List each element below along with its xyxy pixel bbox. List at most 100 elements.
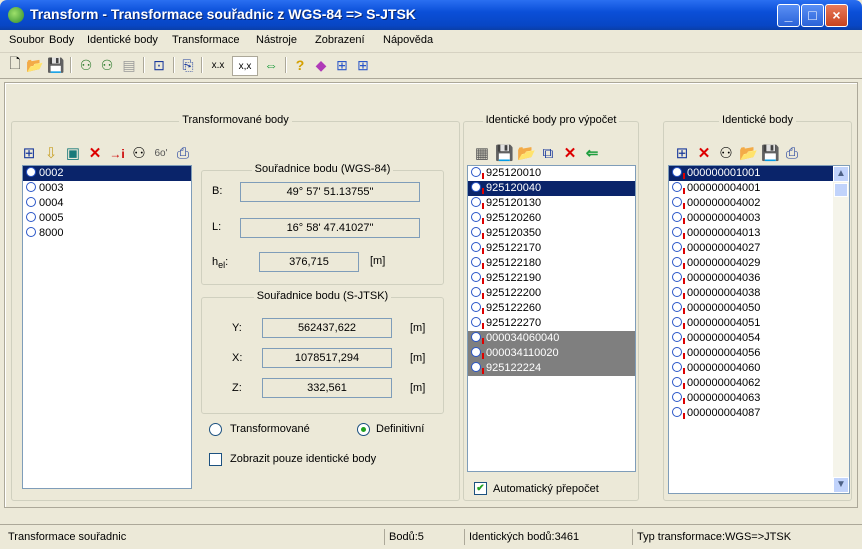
print-identical-icon[interactable]: ⎙ [783,145,801,163]
list-item[interactable]: 000000004050 [669,301,833,316]
info-point-icon[interactable]: →i [108,145,126,163]
list-item[interactable]: 000000004029 [669,256,833,271]
save-icon[interactable]: 💾 [47,56,65,74]
save-calc-icon[interactable]: 💾 [495,145,514,163]
list-item[interactable]: 925122170 [468,241,635,256]
menu-napoveda[interactable]: Nápověda [383,34,433,46]
x-coordinate-field[interactable]: 1078517,294 [262,348,392,368]
scroll-up-arrow-icon[interactable]: ▲ [833,166,849,182]
help-icon[interactable]: ? [291,56,309,74]
crosshair-icon[interactable]: ⊡ [150,56,168,74]
find-point-icon[interactable]: ⚇ [130,145,148,163]
list-item[interactable]: 000000004002 [669,196,833,211]
binoculars-green-icon[interactable]: ⚇ [77,56,95,74]
radio-definitive[interactable] [357,423,370,436]
table-view-icon[interactable]: ▦ [473,145,491,163]
open-identical-icon[interactable]: 📂 [739,145,758,163]
list-item[interactable]: 000000004036 [669,271,833,286]
grid-tool-icon[interactable]: ⊞ [333,56,351,74]
eraser-icon[interactable]: ◆ [312,56,330,74]
new-file-icon[interactable]: 🗋 [6,55,24,74]
list-item[interactable]: 925120130 [468,196,635,211]
list-item[interactable]: 0002 [23,166,191,181]
identical-calc-list[interactable]: 925120010 925120040 925120130 925120260 … [467,165,636,472]
list-item[interactable]: 000000004056 [669,346,833,361]
list-item[interactable]: 925122190 [468,271,635,286]
swap-arrows-icon[interactable]: ⇔ [262,56,280,74]
decimal-point-button[interactable]: x.x [206,56,230,74]
transformed-points-list[interactable]: 0002 0003 0004 0005 8000 [22,165,192,489]
find-next-icon[interactable]: 6o' [152,145,170,163]
list-item[interactable]: 925122260 [468,301,635,316]
z-coordinate-field[interactable]: 332,561 [262,378,392,398]
h-ellipsoid-height-field[interactable]: 376,715 [259,252,359,272]
list-item[interactable]: 000034060040 [468,331,635,346]
save-identical-icon[interactable]: 💾 [761,145,780,163]
menu-nastroje[interactable]: Nástroje [256,34,297,46]
list-item[interactable]: 925122180 [468,256,635,271]
list-item[interactable]: 000000004087 [669,406,833,421]
binoculars-icon[interactable]: ⚇ [98,56,116,74]
export-icon[interactable]: ⎘ [179,56,197,74]
menu-soubor[interactable]: Soubor [9,34,44,46]
list-item[interactable]: 925120040 [468,181,635,196]
auto-recalc-checkbox[interactable]: ✔ [474,482,487,495]
list-item[interactable]: 000000004054 [669,331,833,346]
edit-point-icon[interactable]: ▣ [64,145,82,163]
list-item[interactable]: 925120350 [468,226,635,241]
open-folder-icon[interactable]: 📂 [26,56,44,74]
list-item[interactable]: 000000004051 [669,316,833,331]
import-point-icon[interactable]: ⇩ [42,145,60,163]
disabled-tool-icon[interactable]: ▤ [120,56,138,74]
list-item[interactable]: 8000 [23,226,191,241]
menu-transformace[interactable]: Transformace [172,34,239,46]
list-item[interactable]: 000000004001 [669,181,833,196]
close-button[interactable]: × [825,4,848,27]
list-item[interactable]: 000034110020 [468,346,635,361]
list-item[interactable]: 925120260 [468,211,635,226]
list-item[interactable]: 000000001001 [669,166,833,181]
list-item[interactable]: 0004 [23,196,191,211]
list-item[interactable]: 925122224 [468,361,635,376]
move-left-arrow-icon[interactable]: ⇐ [583,145,601,163]
maximize-button[interactable]: □ [801,4,824,27]
print-point-icon[interactable]: ⎙ [174,145,192,163]
find-identical-icon[interactable]: ⚇ [717,145,735,163]
identical-only-checkbox[interactable] [209,453,222,466]
list-item[interactable]: 925120010 [468,166,635,181]
menu-body[interactable]: Body [49,34,74,46]
copy-calc-icon[interactable]: ⧉ [539,145,557,163]
add-point-icon[interactable]: ⊞ [20,145,38,163]
identical-points-list[interactable]: 000000001001 000000004001 000000004002 0… [668,165,850,494]
list-item[interactable]: 0005 [23,211,191,226]
list-item[interactable]: 000000004063 [669,391,833,406]
radio-transformed[interactable] [209,423,222,436]
open-calc-icon[interactable]: 📂 [517,145,536,163]
l-longitude-field[interactable]: 16° 58' 47.41027" [240,218,420,238]
toolbar: 🗋 📂 💾 ⚇ ⚇ ▤ ⊡ ⎘ x.x x,x ⇔ ? ◆ ⊞ ⊞ [0,52,862,79]
list-item[interactable]: 000000004013 [669,226,833,241]
remove-calc-icon[interactable]: ✕ [561,145,579,163]
list-item[interactable]: 000000004027 [669,241,833,256]
list-item[interactable]: 000000004060 [669,361,833,376]
y-coordinate-field[interactable]: 562437,622 [262,318,392,338]
list-item[interactable]: 000000004062 [669,376,833,391]
grid-tool-2-icon[interactable]: ⊞ [354,56,372,74]
scroll-thumb[interactable] [834,183,848,197]
delete-identical-icon[interactable]: ✕ [695,145,713,163]
vertical-scrollbar[interactable]: ▲ ▼ [833,166,849,493]
menu-identicke-body[interactable]: Identické body [87,34,158,46]
list-item[interactable]: 000000004038 [669,286,833,301]
list-item[interactable]: 000000004003 [669,211,833,226]
list-item[interactable]: 925122270 [468,316,635,331]
decimal-comma-button[interactable]: x,x [232,56,258,76]
menu-zobrazeni[interactable]: Zobrazení [315,34,365,46]
add-identical-icon[interactable]: ⊞ [673,145,691,163]
list-item[interactable]: 0003 [23,181,191,196]
minimize-button[interactable]: _ [777,4,800,27]
scroll-down-arrow-icon[interactable]: ▼ [833,477,849,493]
b-latitude-field[interactable]: 49° 57' 51.13755" [240,182,420,202]
wgs-group-title: Souřadnice bodu (WGS-84) [251,163,394,175]
list-item[interactable]: 925122200 [468,286,635,301]
delete-point-icon[interactable]: ✕ [86,145,104,163]
